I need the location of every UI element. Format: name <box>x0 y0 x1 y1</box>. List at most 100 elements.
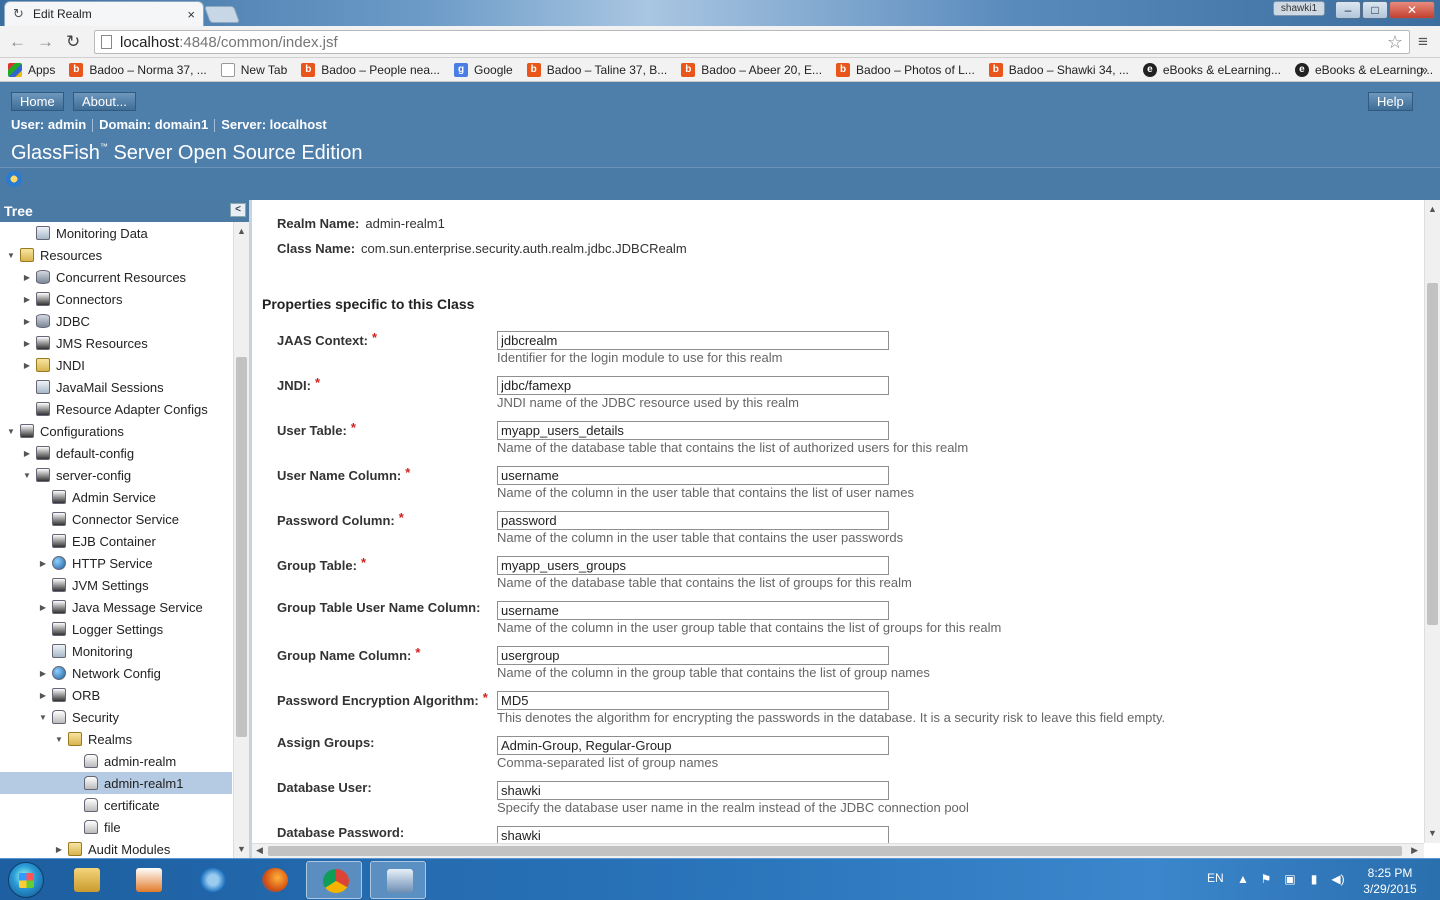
property-input[interactable] <box>497 646 889 665</box>
close-window-button[interactable]: ✕ <box>1389 1 1435 19</box>
expanded-arrow-icon[interactable]: ▼ <box>54 735 64 744</box>
bookmark-item[interactable]: New Tab <box>220 62 287 77</box>
property-input[interactable] <box>497 331 889 350</box>
forward-icon[interactable]: → <box>37 32 54 52</box>
property-input[interactable] <box>497 736 889 755</box>
property-input[interactable] <box>497 421 889 440</box>
tree-node[interactable]: certificate <box>0 794 232 816</box>
property-input[interactable] <box>497 826 889 843</box>
bookmark-item[interactable]: b Badoo – Abeer 20, E... <box>681 62 822 77</box>
tree-node[interactable]: ▼ Realms <box>0 728 232 750</box>
scroll-up-icon[interactable]: ▲ <box>237 226 246 236</box>
property-input[interactable] <box>497 511 889 530</box>
tree-node[interactable]: JVM Settings <box>0 574 232 596</box>
tree-node[interactable]: ▼ Security <box>0 706 232 728</box>
content-vscroll-thumb[interactable] <box>1427 283 1438 625</box>
bookmark-star-icon[interactable]: ☆ <box>1387 32 1403 53</box>
taskbar-internet-explorer[interactable] <box>184 861 240 899</box>
new-tab-button[interactable] <box>203 6 241 23</box>
bookmark-item[interactable]: e eBooks & eLearning... <box>1142 62 1281 77</box>
refresh-status-icon[interactable] <box>6 171 22 187</box>
collapsed-arrow-icon[interactable]: ▶ <box>22 361 32 370</box>
reload-icon[interactable]: ↻ <box>66 32 80 52</box>
bookmark-item[interactable]: g Google <box>454 62 513 77</box>
tree-node[interactable]: ▼ server-config <box>0 464 232 486</box>
tree-node[interactable]: ▶ JNDI <box>0 354 232 376</box>
power-icon[interactable]: ▣ <box>1283 873 1297 886</box>
bookmark-item[interactable]: Apps <box>8 62 55 77</box>
browser-tab[interactable]: ↻ Edit Realm × <box>4 1 204 26</box>
content-hscroll-thumb[interactable] <box>268 846 1402 856</box>
about-button[interactable]: About... <box>73 92 136 111</box>
tree-scrollbar[interactable]: ▲ ▼ <box>233 222 249 858</box>
action-center-flag-icon[interactable]: ⚑ <box>1259 873 1273 886</box>
collapse-tree-icon[interactable]: < <box>230 203 246 217</box>
tree-node[interactable]: ▶ Audit Modules <box>0 838 232 858</box>
tree-node[interactable]: JavaMail Sessions <box>0 376 232 398</box>
taskbar-virtualbox[interactable] <box>370 861 426 899</box>
taskbar-firefox[interactable] <box>246 861 302 899</box>
tree-node[interactable]: ▼ Resources <box>0 244 232 266</box>
taskbar-explorer[interactable] <box>58 861 114 899</box>
maximize-button[interactable]: □ <box>1362 1 1388 19</box>
property-input[interactable] <box>497 376 889 395</box>
property-input[interactable] <box>497 691 889 710</box>
collapsed-arrow-icon[interactable]: ▶ <box>38 691 48 700</box>
collapsed-arrow-icon[interactable]: ▶ <box>22 317 32 326</box>
collapsed-arrow-icon[interactable]: ▶ <box>38 559 48 568</box>
network-icon[interactable]: ▮ <box>1307 873 1321 886</box>
content-scroll-up-icon[interactable]: ▲ <box>1428 204 1437 214</box>
tree-node[interactable]: admin-realm <box>0 750 232 772</box>
collapsed-arrow-icon[interactable]: ▶ <box>22 449 32 458</box>
tree-node[interactable]: ▶ Java Message Service <box>0 596 232 618</box>
tree-node[interactable]: EJB Container <box>0 530 232 552</box>
url-bar[interactable]: localhost:4848/common/index.jsf ☆ <box>94 30 1410 54</box>
help-button[interactable]: Help <box>1368 92 1413 111</box>
tree-node[interactable]: file <box>0 816 232 838</box>
taskbar-chrome[interactable] <box>306 861 362 899</box>
content-scroll-down-icon[interactable]: ▼ <box>1428 828 1437 838</box>
collapsed-arrow-icon[interactable]: ▶ <box>38 603 48 612</box>
start-button[interactable] <box>8 862 44 898</box>
tree-node[interactable]: Monitoring <box>0 640 232 662</box>
expanded-arrow-icon[interactable]: ▼ <box>22 471 32 480</box>
tree-node[interactable]: ▶ Network Config <box>0 662 232 684</box>
property-input[interactable] <box>497 556 889 575</box>
bookmark-item[interactable]: b Badoo – People nea... <box>301 62 440 77</box>
tree-node[interactable]: ▶ Connectors <box>0 288 232 310</box>
profile-chip[interactable]: shawki1 <box>1273 1 1325 16</box>
taskbar-media-player[interactable] <box>120 861 176 899</box>
language-indicator[interactable]: EN <box>1207 871 1224 885</box>
minimize-button[interactable]: – <box>1335 1 1361 19</box>
bookmark-item[interactable]: e eBooks & eLearning... <box>1294 62 1433 77</box>
tree-node[interactable]: admin-realm1 <box>0 772 232 794</box>
scroll-left-icon[interactable]: ◀ <box>256 845 263 856</box>
scroll-right-icon[interactable]: ▶ <box>1411 845 1418 856</box>
tree-node[interactable]: ▶ Concurrent Resources <box>0 266 232 288</box>
tree-node[interactable]: ▼ Configurations <box>0 420 232 442</box>
home-button[interactable]: Home <box>11 92 64 111</box>
content-horizontal-scrollbar[interactable]: ◀ ▶ <box>252 843 1424 858</box>
tree-node[interactable]: ▶ JMS Resources <box>0 332 232 354</box>
scroll-down-icon[interactable]: ▼ <box>237 844 246 854</box>
collapsed-arrow-icon[interactable]: ▶ <box>22 273 32 282</box>
tab-close-icon[interactable]: × <box>187 7 195 22</box>
tree-node[interactable]: Monitoring Data <box>0 222 232 244</box>
expanded-arrow-icon[interactable]: ▼ <box>6 427 16 436</box>
collapsed-arrow-icon[interactable]: ▶ <box>22 295 32 304</box>
url-text[interactable]: localhost:4848/common/index.jsf <box>120 34 338 51</box>
collapsed-arrow-icon[interactable]: ▶ <box>38 669 48 678</box>
content-vertical-scrollbar[interactable]: ▲ ▼ <box>1424 200 1440 843</box>
collapsed-arrow-icon[interactable]: ▶ <box>54 845 64 854</box>
show-hidden-icons-icon[interactable]: ▲ <box>1236 873 1250 886</box>
tree-node[interactable]: Logger Settings <box>0 618 232 640</box>
tree-node[interactable]: Admin Service <box>0 486 232 508</box>
bookmark-item[interactable]: b Badoo – Taline 37, B... <box>526 62 667 77</box>
bookmark-item[interactable]: b Badoo – Norma 37, ... <box>69 62 207 77</box>
expanded-arrow-icon[interactable]: ▼ <box>6 251 16 260</box>
bookmark-item[interactable]: b Badoo – Shawki 34, ... <box>988 62 1129 77</box>
tree-scroll-thumb[interactable] <box>236 357 247 737</box>
bookmark-item[interactable]: b Badoo – Photos of L... <box>836 62 975 77</box>
volume-icon[interactable]: ◀) <box>1331 873 1345 886</box>
chrome-menu-icon[interactable]: ≡ <box>1418 32 1428 52</box>
